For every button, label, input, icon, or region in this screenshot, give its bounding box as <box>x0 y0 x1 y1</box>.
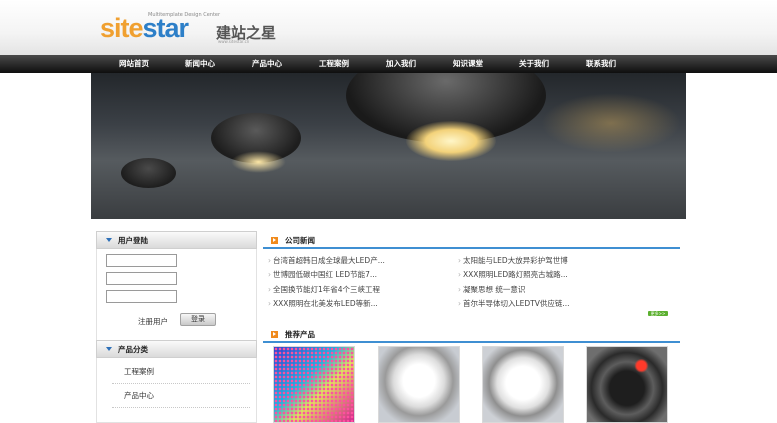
bullet-icon: › <box>458 256 461 265</box>
security-question-input[interactable] <box>106 290 177 303</box>
news-item-text: XXX照明在北美发布LED等新... <box>273 299 378 308</box>
lamp-shade <box>121 158 176 188</box>
arrow-down-icon <box>106 238 112 242</box>
news-section-title: 公司新闻 <box>285 236 315 245</box>
products-section-title: 推荐产品 <box>285 330 315 339</box>
news-item-text: 凝聚思想 统一意识 <box>463 285 526 294</box>
register-link[interactable]: 注册用户 <box>138 316 168 327</box>
nav-products[interactable]: 产品中心 <box>234 55 300 73</box>
nav-about[interactable]: 关于我们 <box>501 55 567 73</box>
products-section-header: 推荐产品 <box>263 327 680 343</box>
logo-url: www.sitestar.cn <box>218 39 250 44</box>
nav-cases[interactable]: 工程案例 <box>301 55 367 73</box>
news-item[interactable]: › XXX照明在北美发布LED等新... <box>268 298 378 309</box>
play-icon <box>271 331 278 338</box>
product-thumbnail-ceiling-light[interactable] <box>482 346 564 423</box>
play-icon <box>271 237 278 244</box>
bullet-icon: › <box>458 285 461 294</box>
category-box-title: 产品分类 <box>96 340 257 358</box>
logo-wordmark: sitestar <box>100 13 190 43</box>
product-thumbnail-fixture[interactable] <box>586 346 668 423</box>
bullet-icon: › <box>268 285 271 294</box>
news-item-text: 太阳能与LED大放异彩护驾世博 <box>463 256 568 265</box>
nav-contact[interactable]: 联系我们 <box>568 55 634 73</box>
category-divider <box>112 407 250 408</box>
category-divider <box>112 383 250 384</box>
news-item-text: XXX照明LED路灯照亮古城路... <box>463 270 568 279</box>
news-item[interactable]: › 太阳能与LED大放异彩护驾世博 <box>458 255 568 266</box>
username-input[interactable] <box>106 254 177 267</box>
lamp-glow <box>231 151 286 173</box>
news-section-header: 公司新闻 <box>263 233 680 249</box>
nav-home[interactable]: 网站首页 <box>101 55 167 73</box>
login-box-title-text: 用户登陆 <box>118 236 148 245</box>
nav-join[interactable]: 加入我们 <box>368 55 434 73</box>
category-item-cases[interactable]: 工程案例 <box>124 366 154 377</box>
news-item[interactable]: › 全国换节能灯1年省4个三峡工程 <box>268 284 380 295</box>
product-thumbnail-ceiling-light[interactable] <box>378 346 460 423</box>
lamp-glow <box>406 121 496 161</box>
bullet-icon: › <box>268 270 271 279</box>
bullet-icon: › <box>458 299 461 308</box>
ambient-light <box>541 93 681 153</box>
nav-news[interactable]: 新闻中心 <box>167 55 233 73</box>
news-item-text: 台湾首超韩日成全球最大LED产... <box>273 256 385 265</box>
news-item[interactable]: › 凝聚思想 统一意识 <box>458 284 525 295</box>
category-box <box>96 358 257 423</box>
bullet-icon: › <box>458 270 461 279</box>
password-input[interactable] <box>106 272 177 285</box>
arrow-down-icon <box>106 347 112 351</box>
login-box-title: 用户登陆 <box>96 231 257 249</box>
login-button[interactable]: 登录 <box>180 313 216 326</box>
nav-knowledge[interactable]: 知识课堂 <box>435 55 501 73</box>
news-item[interactable]: › 台湾首超韩日成全球最大LED产... <box>268 255 385 266</box>
category-item-products[interactable]: 产品中心 <box>124 390 154 401</box>
news-item[interactable]: › 首尔半导体切入LEDTV供应链... <box>458 298 570 309</box>
news-item[interactable]: › XXX照明LED路灯照亮古城路... <box>458 269 568 280</box>
news-item-text: 全国换节能灯1年省4个三峡工程 <box>273 285 381 294</box>
news-item-text: 首尔半导体切入LEDTV供应链... <box>463 299 570 308</box>
more-news-button[interactable]: 更多>> <box>648 311 668 316</box>
news-item-text: 世博园低碳中国红 LED节能7... <box>273 270 377 279</box>
bullet-icon: › <box>268 299 271 308</box>
main-nav: 网站首页 新闻中心 产品中心 工程案例 加入我们 知识课堂 关于我们 联系我们 <box>0 55 777 73</box>
header: Multitemplate Design Center sitestar 建站之… <box>0 0 777 55</box>
logo-wordmark-site: site <box>100 13 144 43</box>
banner-image <box>91 73 686 219</box>
logo-wordmark-star: star <box>142 13 190 43</box>
bullet-icon: › <box>268 256 271 265</box>
product-thumbnail-led-panel[interactable] <box>273 346 355 423</box>
category-box-title-text: 产品分类 <box>118 345 148 354</box>
news-item[interactable]: › 世博园低碳中国红 LED节能7... <box>268 269 377 280</box>
